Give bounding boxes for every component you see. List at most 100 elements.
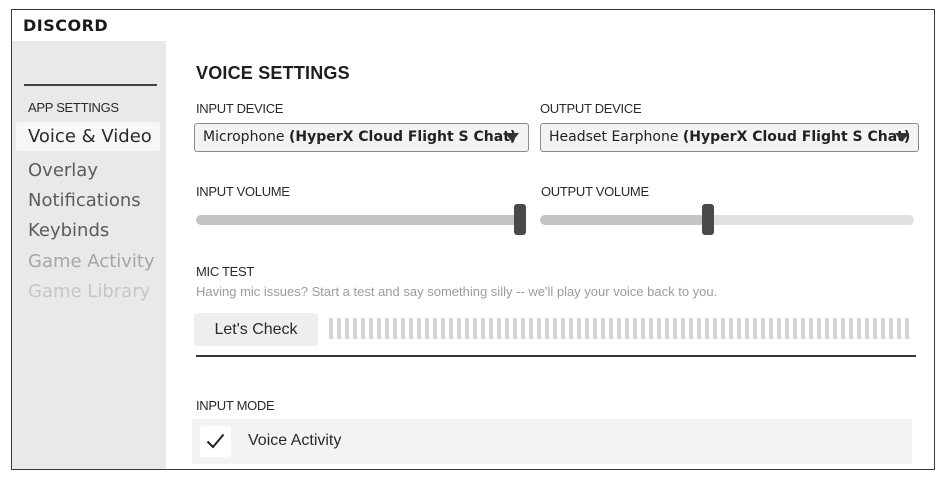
meter-bar — [769, 318, 773, 339]
meter-bar — [561, 318, 565, 339]
input-mode-label: INPUT MODE — [196, 398, 275, 413]
meter-bar — [425, 318, 429, 339]
meter-bar — [689, 318, 693, 339]
meter-bar — [457, 318, 461, 339]
mic-test-label: MIC TEST — [196, 264, 255, 279]
output-device-label: OUTPUT DEVICE — [540, 101, 642, 116]
meter-bar — [777, 318, 781, 339]
meter-bar — [553, 318, 557, 339]
meter-bar — [793, 318, 797, 339]
meter-bar — [489, 318, 493, 339]
meter-bar — [433, 318, 437, 339]
meter-bar — [449, 318, 453, 339]
meter-bar — [521, 318, 525, 339]
sidebar-item-notifications[interactable]: Notifications — [16, 186, 160, 215]
input-volume-fill — [196, 215, 520, 225]
meter-bar — [617, 318, 621, 339]
meter-bar — [649, 318, 653, 339]
meter-bar — [841, 318, 845, 339]
sidebar-item-voice-video[interactable]: Voice & Video — [16, 122, 160, 151]
meter-bar — [393, 318, 397, 339]
meter-bar — [705, 318, 709, 339]
meter-bar — [713, 318, 717, 339]
meter-bar — [809, 318, 813, 339]
output-volume-slider[interactable] — [540, 204, 914, 235]
lets-check-button[interactable]: Let's Check — [194, 313, 318, 346]
section-divider — [196, 355, 916, 357]
sidebar-item-game-library[interactable]: Game Library — [16, 277, 160, 306]
meter-bar — [361, 318, 365, 339]
output-device-value-model: (HyperX Cloud Flight S Chat) — [682, 129, 911, 145]
mic-level-meter — [329, 318, 915, 339]
meter-bar — [833, 318, 837, 339]
input-device-value-model: (HyperX Cloud Flight S Chat) — [288, 129, 517, 145]
meter-bar — [737, 318, 741, 339]
meter-bar — [801, 318, 805, 339]
meter-bar — [385, 318, 389, 339]
meter-bar — [329, 318, 333, 339]
sidebar-item-overlay[interactable]: Overlay — [16, 156, 160, 185]
output-device-select[interactable]: Headset Earphone (HyperX Cloud Flight S … — [540, 123, 919, 152]
meter-bar — [897, 318, 901, 339]
meter-bar — [857, 318, 861, 339]
meter-bar — [785, 318, 789, 339]
meter-bar — [681, 318, 685, 339]
output-volume-label: OUTPUT VOLUME — [541, 184, 649, 199]
voice-settings-panel: VOICE SETTINGS INPUT DEVICE OUTPUT DEVIC… — [166, 41, 934, 469]
meter-bar — [697, 318, 701, 339]
meter-bar — [865, 318, 869, 339]
input-mode-option-voice-activity[interactable]: Voice Activity — [192, 419, 912, 464]
meter-bar — [585, 318, 589, 339]
meter-bar — [417, 318, 421, 339]
sidebar-divider — [24, 84, 157, 86]
discord-logo: DISCORD — [23, 16, 109, 35]
meter-bar — [825, 318, 829, 339]
sidebar-item-game-activity[interactable]: Game Activity — [16, 247, 160, 276]
meter-bar — [873, 318, 877, 339]
meter-bar — [401, 318, 405, 339]
settings-window: DISCORD APP SETTINGS Voice & Video Overl… — [11, 9, 935, 470]
meter-bar — [905, 318, 909, 339]
meter-bar — [353, 318, 357, 339]
output-volume-fill — [540, 215, 709, 225]
meter-bar — [465, 318, 469, 339]
meter-bar — [641, 318, 645, 339]
input-device-label: INPUT DEVICE — [196, 101, 284, 116]
meter-bar — [817, 318, 821, 339]
meter-bar — [609, 318, 613, 339]
meter-bar — [497, 318, 501, 339]
chevron-down-icon — [895, 133, 909, 142]
meter-bar — [849, 318, 853, 339]
meter-bar — [441, 318, 445, 339]
meter-bar — [513, 318, 517, 339]
sidebar-item-keybinds[interactable]: Keybinds — [16, 216, 160, 245]
output-device-value: Headset Earphone — [549, 129, 683, 145]
meter-bar — [601, 318, 605, 339]
output-volume-handle[interactable] — [702, 204, 715, 235]
meter-bar — [409, 318, 413, 339]
meter-bar — [729, 318, 733, 339]
meter-bar — [473, 318, 477, 339]
voice-activity-checkbox[interactable] — [200, 426, 231, 457]
meter-bar — [537, 318, 541, 339]
input-volume-slider[interactable] — [196, 204, 526, 235]
meter-bar — [761, 318, 765, 339]
input-device-value: Microphone — [203, 129, 289, 145]
meter-bar — [369, 318, 373, 339]
meter-bar — [529, 318, 533, 339]
meter-bar — [625, 318, 629, 339]
meter-bar — [345, 318, 349, 339]
meter-bar — [745, 318, 749, 339]
input-device-select[interactable]: Microphone (HyperX Cloud Flight S Chat) — [194, 123, 529, 152]
sidebar: APP SETTINGS Voice & Video Overlay Notif… — [12, 41, 166, 469]
input-volume-label: INPUT VOLUME — [196, 184, 290, 199]
mic-test-description: Having mic issues? Start a test and say … — [196, 284, 718, 299]
meter-bar — [545, 318, 549, 339]
meter-bar — [505, 318, 509, 339]
page-title: VOICE SETTINGS — [196, 63, 350, 83]
meter-bar — [673, 318, 677, 339]
input-volume-handle[interactable] — [514, 204, 526, 235]
meter-bar — [577, 318, 581, 339]
meter-bar — [881, 318, 885, 339]
meter-bar — [753, 318, 757, 339]
